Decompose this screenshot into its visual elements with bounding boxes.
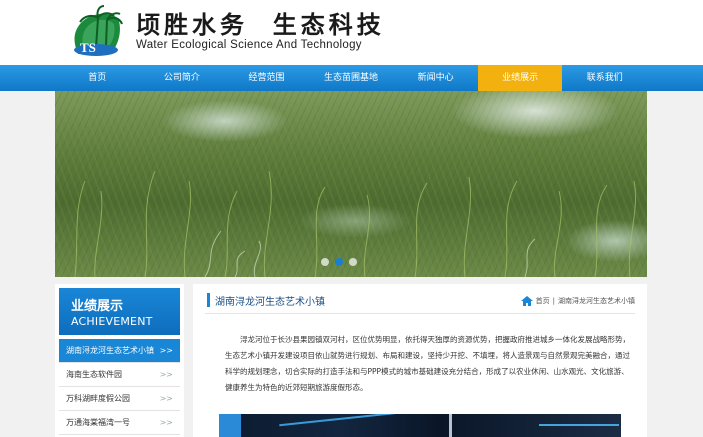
chevron-double-right-icon: >> bbox=[159, 418, 173, 427]
nav-item-business-scope[interactable]: 经营范围 bbox=[224, 65, 309, 91]
main-nav: 首页 公司简介 经营范围 生态苗圃基地 新闻中心 业绩展示 联系我们 bbox=[0, 65, 703, 91]
title-divider bbox=[205, 313, 635, 314]
chevron-double-right-icon: >> bbox=[159, 346, 173, 355]
nav-item-about[interactable]: 公司简介 bbox=[140, 65, 225, 91]
sidebar-item-vantone-haitang[interactable]: 万通海棠福湾一号 >> bbox=[59, 411, 180, 435]
sidebar-item-xunlonghe[interactable]: 湖南浔龙河生态艺术小镇 >> bbox=[59, 339, 180, 363]
nav-list: 首页 公司简介 经营范围 生态苗圃基地 新闻中心 业绩展示 联系我们 bbox=[55, 65, 647, 91]
brand-name-cn: 顷胜水务 生态科技 bbox=[136, 10, 385, 39]
slide-dot-1[interactable] bbox=[321, 258, 329, 266]
sidebar-item-hainan-software-park[interactable]: 海南生态软件园 >> bbox=[59, 363, 180, 387]
sidebar-subtitle: ACHIEVEMENT bbox=[71, 315, 153, 328]
project-photo bbox=[219, 414, 621, 437]
nav-item-contact[interactable]: 联系我们 bbox=[562, 65, 647, 91]
sidebar-item-label: 海南生态软件园 bbox=[66, 370, 122, 379]
sidebar-header: 业绩展示 ACHIEVEMENT bbox=[59, 288, 180, 335]
sidebar-item-vanke-park[interactable]: 万科湖畔度假公园 >> bbox=[59, 387, 180, 411]
banner-slideshow[interactable] bbox=[55, 91, 647, 277]
chevron-double-right-icon: >> bbox=[159, 370, 173, 379]
project-description: 浔龙河位于长沙县果园镇双河村，区位优势明显，依托得天独厚的资源优势，把握政府推进… bbox=[225, 335, 630, 392]
sidebar-title: 业绩展示 bbox=[71, 299, 124, 314]
slide-dot-3[interactable] bbox=[349, 258, 357, 266]
sidebar-item-label: 万科湖畔度假公园 bbox=[66, 394, 130, 403]
logo-letters: TS bbox=[80, 40, 96, 55]
sidebar-list: 湖南浔龙河生态艺术小镇 >> 海南生态软件园 >> 万科湖畔度假公园 >> 万通… bbox=[59, 339, 180, 435]
home-icon[interactable] bbox=[520, 296, 533, 306]
breadcrumb-home[interactable]: 首页 bbox=[536, 296, 550, 306]
sidebar-item-label: 万通海棠福湾一号 bbox=[66, 418, 130, 427]
nav-item-home[interactable]: 首页 bbox=[55, 65, 140, 91]
slide-indicators bbox=[321, 258, 357, 266]
main-content: 湖南浔龙河生态艺术小镇 首页 | 湖南浔龙河生态艺术小镇 浔龙河位于长沙县果园镇… bbox=[193, 284, 647, 437]
slide-dot-2[interactable] bbox=[335, 258, 343, 266]
chevron-double-right-icon: >> bbox=[159, 394, 173, 403]
nav-item-news[interactable]: 新闻中心 bbox=[393, 65, 478, 91]
breadcrumb: 首页 | 湖南浔龙河生态艺术小镇 bbox=[520, 296, 635, 306]
sidebar-item-label: 湖南浔龙河生态艺术小镇 bbox=[66, 346, 154, 355]
brand-name-en: Water Ecological Science And Technology bbox=[136, 39, 362, 51]
site-header: TS 顷胜水务 生态科技 Water Ecological Science An… bbox=[0, 0, 703, 65]
breadcrumb-separator: | bbox=[552, 297, 555, 305]
nav-item-nursery[interactable]: 生态苗圃基地 bbox=[309, 65, 394, 91]
aquatic-grass-image bbox=[74, 170, 637, 277]
breadcrumb-current[interactable]: 湖南浔龙河生态艺术小镇 bbox=[558, 296, 635, 306]
page-title: 湖南浔龙河生态艺术小镇 bbox=[215, 297, 325, 308]
palm-tree-logo-icon[interactable]: TS bbox=[66, 4, 126, 58]
nav-item-achievements[interactable]: 业绩展示 bbox=[477, 65, 563, 91]
title-accent-bar bbox=[207, 293, 210, 307]
